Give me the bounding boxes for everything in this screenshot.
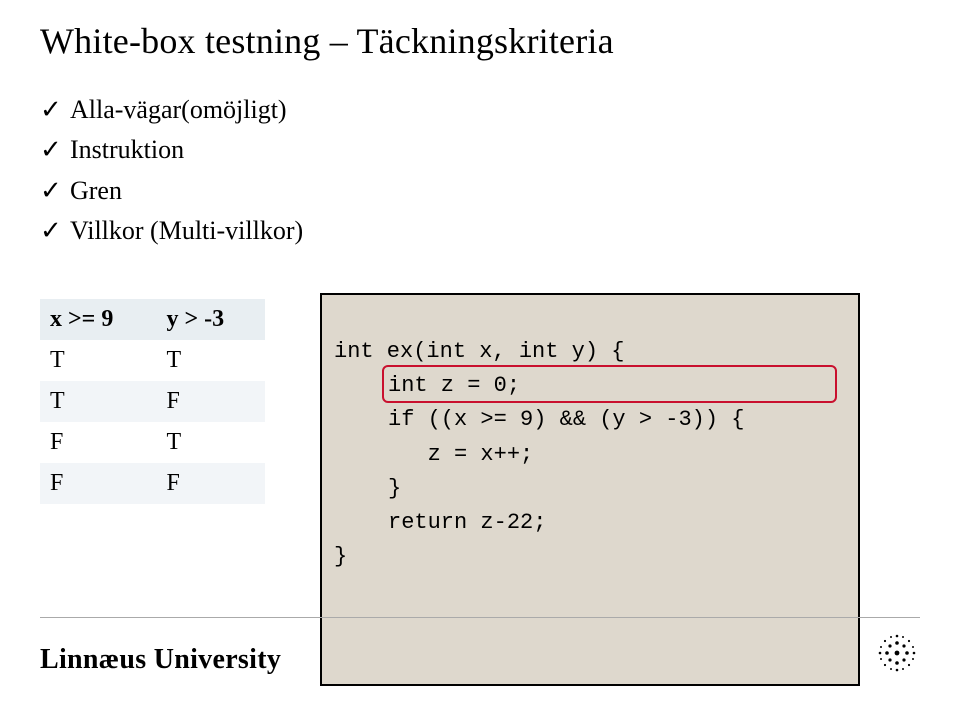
bullet-text: Villkor (Multi-villkor)	[70, 211, 303, 251]
university-wordmark: Linnæus University	[40, 644, 281, 676]
check-icon: ✓	[40, 211, 60, 251]
table-row: F F	[40, 463, 265, 504]
truth-cell: T	[156, 340, 265, 381]
table-row: F T	[40, 422, 265, 463]
truth-table-header-x: x >= 9	[40, 299, 156, 340]
truth-cell: F	[156, 381, 265, 422]
code-line: }	[334, 540, 846, 574]
code-line: z = x++;	[334, 438, 846, 472]
page-title: White-box testning – Täckningskriteria	[40, 20, 920, 62]
truth-cell: T	[40, 381, 156, 422]
code-line: int z = 0;	[334, 369, 846, 403]
bullet-text: Instruktion	[70, 130, 184, 170]
university-logo-icon	[874, 630, 920, 676]
truth-cell: F	[40, 422, 156, 463]
truth-cell: T	[40, 340, 156, 381]
table-row: T T	[40, 340, 265, 381]
table-row: T F	[40, 381, 265, 422]
check-icon: ✓	[40, 171, 60, 211]
bullet-item: ✓ Villkor (Multi-villkor)	[40, 211, 920, 251]
check-icon: ✓	[40, 90, 60, 130]
bullet-list: ✓ Alla-vägar(omöjligt) ✓ Instruktion ✓ G…	[40, 90, 920, 251]
check-icon: ✓	[40, 130, 60, 170]
code-line: if ((x >= 9) && (y > -3)) {	[334, 403, 846, 437]
bullet-item: ✓ Gren	[40, 171, 920, 211]
truth-table-header-y: y > -3	[156, 299, 265, 340]
code-line: int ex(int x, int y) {	[334, 335, 846, 369]
code-line: }	[334, 472, 846, 506]
truth-cell: T	[156, 422, 265, 463]
truth-cell: F	[40, 463, 156, 504]
code-line: return z-22;	[334, 506, 846, 540]
footer: Linnæus University	[40, 617, 920, 676]
bullet-text: Alla-vägar(omöjligt)	[70, 90, 287, 130]
bullet-text: Gren	[70, 171, 122, 211]
bullet-item: ✓ Instruktion	[40, 130, 920, 170]
bullet-item: ✓ Alla-vägar(omöjligt)	[40, 90, 920, 130]
truth-table: x >= 9 y > -3 T T T F F T F F	[40, 299, 265, 504]
truth-cell: F	[156, 463, 265, 504]
